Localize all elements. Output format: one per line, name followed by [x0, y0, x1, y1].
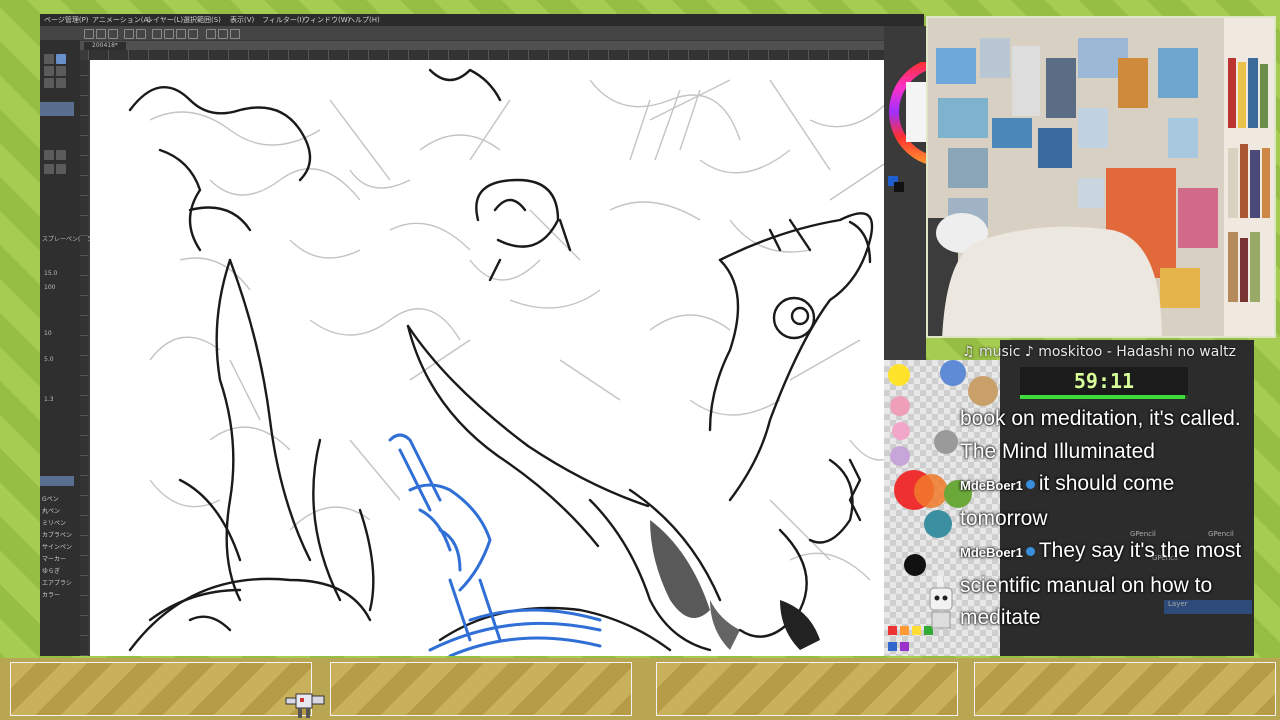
black-swatch[interactable] [904, 554, 926, 576]
blue-swatch[interactable] [940, 360, 966, 386]
stream-timer: 59:11 [1020, 367, 1188, 395]
subtool-kabura-pen[interactable]: カブラペン [42, 530, 74, 539]
subtool-color[interactable]: カラー [42, 590, 74, 599]
tan-swatch[interactable] [968, 376, 998, 406]
menu-help[interactable]: ヘルプ(H) [348, 15, 380, 25]
blue-hand-sketch [388, 433, 602, 656]
save-icon[interactable] [108, 29, 118, 39]
chat-overlay: book on meditation, it's called. The Min… [960, 403, 1252, 635]
chat-username: MdeBoer1 [960, 478, 1023, 493]
transform-icon[interactable] [176, 29, 186, 39]
clear-icon[interactable] [152, 29, 162, 39]
chat-message: MdeBoer1 They say it's the most scientifi… [960, 535, 1252, 635]
bottom-panel-4 [974, 662, 1276, 716]
chat-message-text: book on meditation, it's called. The Min… [960, 407, 1241, 463]
chair-back [942, 226, 1162, 336]
tool-palette: スプレーペン(カラー) 15.0 100 10 5.0 1.3 Gペン 丸ペン … [40, 40, 101, 656]
setting-c-value[interactable]: 1.3 [44, 396, 54, 403]
zoom-tool-icon[interactable] [44, 54, 54, 64]
pencil-texture [149, 79, 911, 581]
purple-chip[interactable] [900, 642, 909, 651]
timer-progress-bar [1020, 395, 1188, 399]
pink-swatch[interactable] [890, 396, 910, 416]
menu-bar: ページ管理(P) アニメーション(A) レイヤー(L) 選択範囲(S) 表示(V… [40, 14, 924, 26]
subtool-round-pen[interactable]: 丸ペン [42, 506, 74, 515]
menu-view[interactable]: 表示(V) [230, 15, 254, 25]
fill-tool-icon[interactable] [44, 164, 54, 174]
setting-b-value[interactable]: 5.0 [44, 356, 54, 363]
opacity-value[interactable]: 100 [44, 284, 55, 291]
subtool-milli-pen[interactable]: ミリペン [42, 518, 74, 527]
chat-username: MdeBoer1 [960, 545, 1023, 560]
orange-chip[interactable] [900, 626, 909, 635]
ruler-snap-icon[interactable] [206, 29, 216, 39]
red-chip[interactable] [888, 626, 897, 635]
chat-badge-icon [1025, 479, 1035, 489]
bottom-panel-2 [330, 662, 632, 716]
active-tool-highlight[interactable] [40, 102, 74, 116]
move-tool-icon[interactable] [56, 54, 66, 64]
select-tool-icon[interactable] [44, 66, 54, 76]
special-ruler-icon[interactable] [218, 29, 228, 39]
menu-window[interactable]: ウィンドウ(W) [303, 15, 350, 25]
pixel-mascot [285, 693, 325, 718]
webcam-scene [928, 18, 1274, 336]
yellow-chip[interactable] [912, 626, 921, 635]
open-file-icon[interactable] [96, 29, 106, 39]
undo-icon[interactable] [124, 29, 134, 39]
menu-animation[interactable]: アニメーション(A) [92, 15, 151, 25]
subtool-g-pen[interactable]: Gペン [42, 494, 74, 503]
blue-chip[interactable] [888, 642, 897, 651]
light-pink-swatch[interactable] [892, 422, 910, 440]
bottom-panel-3 [656, 662, 958, 716]
lavender-swatch[interactable] [890, 446, 910, 466]
bookshelf [1224, 18, 1274, 336]
deselect-icon[interactable] [188, 29, 198, 39]
redo-icon[interactable] [136, 29, 146, 39]
pencil-tool-icon[interactable] [56, 78, 66, 88]
robot-mascot [929, 576, 953, 636]
lasso-tool-icon[interactable] [56, 66, 66, 76]
teal-swatch[interactable] [924, 510, 952, 538]
subtool-header [40, 476, 74, 486]
grid-snap-icon[interactable] [230, 29, 240, 39]
brush-tool-icon[interactable] [44, 150, 54, 160]
brush-size-value[interactable]: 15.0 [44, 270, 57, 277]
menu-filter[interactable]: フィルター(I) [262, 15, 304, 25]
new-file-icon[interactable] [84, 29, 94, 39]
webcam-feed [926, 16, 1276, 338]
grey-swatch[interactable] [934, 430, 958, 454]
drawing-canvas[interactable] [90, 60, 924, 656]
document-tab[interactable]: 200418* [84, 42, 126, 50]
ink-lines [128, 68, 874, 652]
orange-swatch[interactable] [914, 474, 948, 508]
command-bar [40, 26, 924, 40]
document-tab-bar: 200418* [80, 41, 924, 50]
eraser-tool-icon[interactable] [56, 150, 66, 160]
vertical-ruler [80, 60, 88, 656]
setting-a-value[interactable]: 10 [44, 330, 52, 337]
chat-message: MdeBoer1 it should come tomorrow [960, 468, 1252, 535]
now-playing: ♫ music ♪ moskitoo - Hadashi no waltz [962, 344, 1237, 360]
subtool-sign-pen[interactable]: サインペン [42, 542, 74, 551]
clip-studio-window: ページ管理(P) アニメーション(A) レイヤー(L) 選択範囲(S) 表示(V… [40, 14, 924, 656]
chat-badge-icon [1025, 546, 1035, 556]
pen-tool-icon[interactable] [44, 78, 54, 88]
subtool-airbrush[interactable]: エアブラシ [42, 578, 74, 587]
menu-page[interactable]: ページ管理(P) [44, 15, 89, 25]
chat-message: book on meditation, it's called. The Min… [960, 403, 1252, 468]
sub-color-swatch[interactable] [894, 182, 904, 192]
ink-shading [650, 520, 820, 650]
timer-progress-fill [1020, 395, 1185, 399]
sketch-artwork [128, 68, 911, 656]
bottom-panel-1 [10, 662, 312, 716]
yellow-swatch[interactable] [888, 364, 910, 386]
menu-selection[interactable]: 選択範囲(S) [183, 15, 221, 25]
menu-layer[interactable]: レイヤー(L) [146, 15, 183, 25]
subtool-marker[interactable]: マーカー [42, 554, 74, 563]
subtool-yuragi[interactable]: ゆらぎ [42, 566, 74, 575]
horizontal-ruler [88, 50, 924, 60]
gradient-tool-icon[interactable] [56, 164, 66, 174]
fill-icon[interactable] [164, 29, 174, 39]
